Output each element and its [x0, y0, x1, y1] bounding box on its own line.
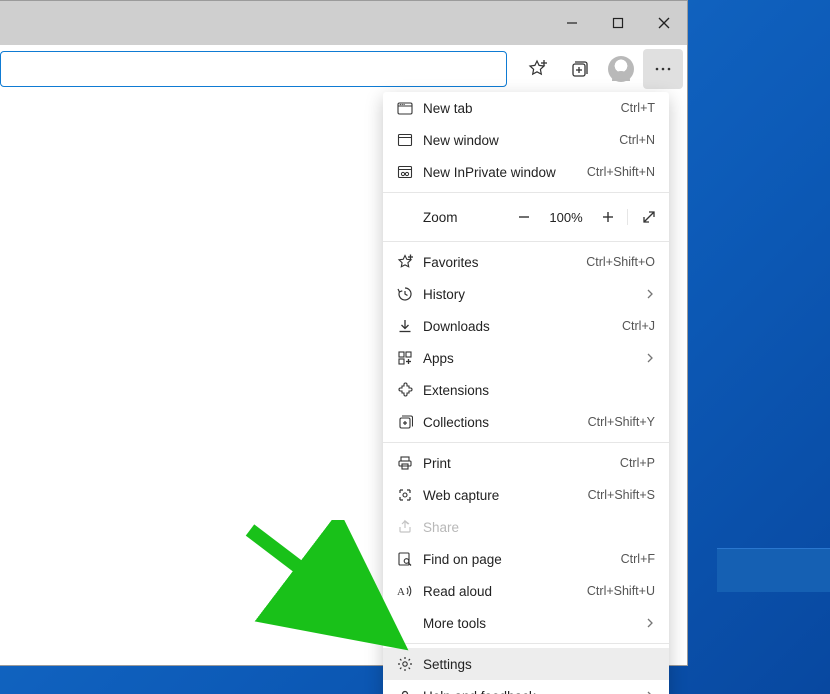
- menu-separator: [383, 643, 669, 644]
- close-icon: [658, 17, 670, 29]
- downloads-icon: [397, 318, 423, 334]
- minimize-icon: [566, 17, 578, 29]
- settings-and-more-menu: New tab Ctrl+T New window Ctrl+N New InP…: [383, 92, 669, 694]
- collections-button[interactable]: [559, 49, 599, 89]
- menu-item-share: Share: [383, 511, 669, 543]
- find-icon: [397, 551, 423, 567]
- apps-icon: [397, 350, 423, 366]
- menu-separator: [383, 241, 669, 242]
- menu-separator: [383, 192, 669, 193]
- menu-item-label: Collections: [423, 415, 588, 430]
- collections-icon: [397, 414, 423, 430]
- menu-item-new-tab[interactable]: New tab Ctrl+T: [383, 92, 669, 124]
- menu-item-label: Settings: [423, 657, 655, 672]
- share-icon: [397, 519, 423, 535]
- new-window-icon: [397, 132, 423, 148]
- menu-item-label: New tab: [423, 101, 621, 116]
- menu-item-label: More tools: [423, 616, 645, 631]
- menu-item-shortcut: Ctrl+F: [621, 552, 655, 566]
- window-close-button[interactable]: [641, 1, 687, 45]
- zoom-out-button[interactable]: [505, 197, 543, 237]
- settings-icon: [397, 656, 423, 672]
- menu-item-help[interactable]: Help and feedback: [383, 680, 669, 694]
- collections-icon: [569, 59, 589, 79]
- chevron-right-icon: [645, 289, 655, 299]
- settings-and-more-button[interactable]: [643, 49, 683, 89]
- maximize-icon: [612, 17, 624, 29]
- favorites-icon: [397, 254, 423, 270]
- menu-item-shortcut: Ctrl+Shift+Y: [588, 415, 655, 429]
- menu-item-apps[interactable]: Apps: [383, 342, 669, 374]
- chevron-right-icon: [645, 618, 655, 628]
- ellipsis-icon: [654, 60, 672, 78]
- menu-item-label: New InPrivate window: [423, 165, 587, 180]
- menu-item-extensions[interactable]: Extensions: [383, 374, 669, 406]
- menu-item-label: Read aloud: [423, 584, 587, 599]
- add-favorite-icon: [527, 59, 547, 79]
- menu-item-label: Share: [423, 520, 655, 535]
- menu-item-downloads[interactable]: Downloads Ctrl+J: [383, 310, 669, 342]
- menu-separator: [383, 442, 669, 443]
- menu-item-new-inprivate[interactable]: New InPrivate window Ctrl+Shift+N: [383, 156, 669, 188]
- zoom-in-button[interactable]: [589, 197, 627, 237]
- menu-item-shortcut: Ctrl+N: [619, 133, 655, 147]
- menu-item-shortcut: Ctrl+Shift+S: [588, 488, 655, 502]
- windows-desktop: New tab Ctrl+T New window Ctrl+N New InP…: [0, 0, 830, 694]
- menu-item-shortcut: Ctrl+Shift+U: [587, 584, 655, 598]
- menu-item-more-tools[interactable]: More tools: [383, 607, 669, 639]
- menu-item-shortcut: Ctrl+P: [620, 456, 655, 470]
- address-bar[interactable]: [0, 51, 507, 87]
- read-aloud-icon: A: [397, 583, 423, 599]
- menu-item-label: Find on page: [423, 552, 621, 567]
- new-tab-icon: [397, 100, 423, 116]
- window-minimize-button[interactable]: [549, 1, 595, 45]
- menu-item-label: New window: [423, 133, 619, 148]
- history-icon: [397, 286, 423, 302]
- menu-item-collections[interactable]: Collections Ctrl+Shift+Y: [383, 406, 669, 438]
- menu-item-label: Print: [423, 456, 620, 471]
- menu-item-label: History: [423, 287, 645, 302]
- chevron-right-icon: [645, 353, 655, 363]
- menu-item-label: Favorites: [423, 255, 586, 270]
- menu-item-print[interactable]: Print Ctrl+P: [383, 447, 669, 479]
- svg-text:A: A: [397, 586, 405, 598]
- plus-icon: [601, 210, 615, 224]
- extensions-icon: [397, 382, 423, 398]
- menu-item-history[interactable]: History: [383, 278, 669, 310]
- menu-item-shortcut: Ctrl+T: [621, 101, 655, 115]
- menu-item-label: Extensions: [423, 383, 655, 398]
- fullscreen-button[interactable]: [627, 209, 669, 225]
- help-icon: [397, 688, 423, 694]
- web-capture-icon: [397, 487, 423, 503]
- minus-icon: [517, 210, 531, 224]
- inprivate-icon: [397, 164, 423, 180]
- profile-avatar-icon: [608, 56, 634, 82]
- menu-item-new-window[interactable]: New window Ctrl+N: [383, 124, 669, 156]
- menu-item-shortcut: Ctrl+Shift+O: [586, 255, 655, 269]
- print-icon: [397, 455, 423, 471]
- menu-item-settings[interactable]: Settings: [383, 648, 669, 680]
- menu-item-label: Downloads: [423, 319, 622, 334]
- menu-item-label: Apps: [423, 351, 645, 366]
- windows-taskbar[interactable]: [717, 548, 830, 592]
- menu-item-find[interactable]: Find on page Ctrl+F: [383, 543, 669, 575]
- favorites-button[interactable]: [517, 49, 557, 89]
- profile-button[interactable]: [601, 49, 641, 89]
- menu-item-read-aloud[interactable]: A Read aloud Ctrl+Shift+U: [383, 575, 669, 607]
- menu-item-favorites[interactable]: Favorites Ctrl+Shift+O: [383, 246, 669, 278]
- menu-item-web-capture[interactable]: Web capture Ctrl+Shift+S: [383, 479, 669, 511]
- menu-item-shortcut: Ctrl+J: [622, 319, 655, 333]
- menu-item-shortcut: Ctrl+Shift+N: [587, 165, 655, 179]
- fullscreen-icon: [641, 209, 657, 225]
- zoom-percent: 100%: [543, 210, 589, 225]
- window-maximize-button[interactable]: [595, 1, 641, 45]
- menu-zoom-row: Zoom 100%: [383, 197, 669, 237]
- window-titlebar: [0, 1, 687, 45]
- menu-item-label: Web capture: [423, 488, 588, 503]
- browser-toolbar: [0, 45, 687, 93]
- menu-item-label: Help and feedback: [423, 689, 645, 694]
- zoom-label: Zoom: [383, 210, 505, 225]
